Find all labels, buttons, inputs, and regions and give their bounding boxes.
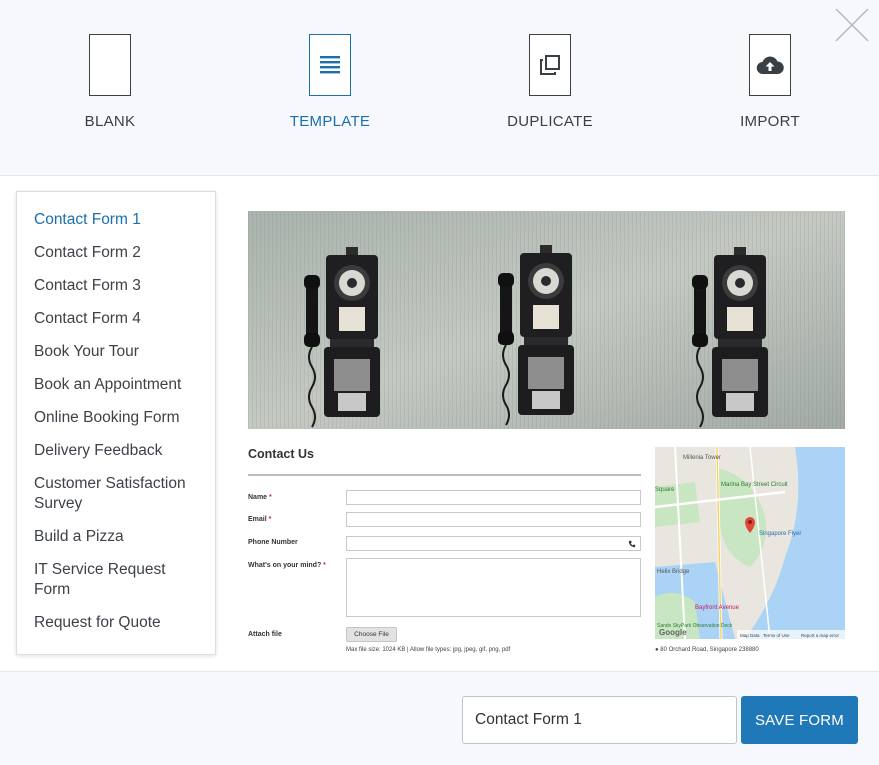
option-template[interactable]: TEMPLATE bbox=[260, 34, 400, 130]
map-label-circuit: Marina Bay Street Circuit bbox=[721, 482, 788, 488]
template-item-contact-form-4[interactable]: Contact Form 4 bbox=[17, 309, 215, 329]
name-input[interactable] bbox=[346, 490, 641, 505]
template-item-contact-form-1[interactable]: Contact Form 1 bbox=[17, 210, 215, 230]
message-textarea[interactable] bbox=[346, 558, 641, 617]
option-duplicate[interactable]: DUPLICATE bbox=[480, 34, 620, 130]
map-label-millenia-tower: Millenia Tower bbox=[683, 455, 721, 461]
template-preview: Contact Us Name * Email * Phone Number W… bbox=[248, 211, 845, 659]
map-label-square: Square bbox=[655, 487, 675, 493]
field-label-name: Name * bbox=[248, 494, 272, 501]
save-form-button[interactable]: SAVE FORM bbox=[741, 696, 858, 744]
file-size-note: Max file size: 1024 KB | Allow file type… bbox=[346, 647, 511, 653]
map-label-bayfront: Bayfront Avenue bbox=[695, 605, 740, 611]
option-import[interactable]: IMPORT bbox=[700, 34, 840, 130]
location-pin-icon: ● bbox=[655, 647, 659, 653]
template-item-delivery-feedback[interactable]: Delivery Feedback bbox=[17, 441, 215, 461]
form-preview: Contact Us Name * Email * Phone Number W… bbox=[248, 429, 845, 659]
location-map: Millenia Tower Marina Bay Street Circuit… bbox=[655, 447, 845, 639]
hero-payphones-image bbox=[248, 211, 845, 429]
phone-input[interactable] bbox=[346, 536, 641, 551]
option-blank[interactable]: BLANK bbox=[40, 34, 180, 130]
template-item-contact-form-2[interactable]: Contact Form 2 bbox=[17, 243, 215, 263]
footer-bar: SAVE FORM bbox=[0, 671, 879, 765]
template-item-online-booking-form[interactable]: Online Booking Form bbox=[17, 408, 215, 428]
option-import-label: IMPORT bbox=[740, 113, 800, 130]
map-label-singapore-flyer: Singapore Flyer bbox=[759, 531, 801, 537]
form-title-divider bbox=[248, 474, 641, 476]
form-name-input[interactable] bbox=[462, 696, 737, 744]
template-item-it-service-request-form[interactable]: IT Service Request Form bbox=[17, 560, 215, 600]
map-data-link: Map Data bbox=[740, 633, 760, 638]
create-form-options-bar: BLANK TEMPLATE DUPLICATE IMPORT bbox=[0, 0, 879, 176]
field-label-attach: Attach file bbox=[248, 631, 282, 638]
cloud-upload-icon bbox=[749, 34, 791, 96]
template-item-build-a-pizza[interactable]: Build a Pizza bbox=[17, 527, 215, 547]
map-address: ● 80 Orchard Road, Singapore 238880 bbox=[655, 647, 759, 653]
blank-document-icon bbox=[89, 34, 131, 96]
field-label-email: Email * bbox=[248, 516, 272, 523]
form-title: Contact Us bbox=[248, 447, 314, 461]
email-input[interactable] bbox=[346, 512, 641, 527]
map-label-helix-bridge: Helix Bridge bbox=[657, 569, 690, 575]
option-template-label: TEMPLATE bbox=[289, 113, 371, 130]
map-report-link: Report a map error bbox=[801, 633, 840, 638]
template-item-book-an-appointment[interactable]: Book an Appointment bbox=[17, 375, 215, 395]
field-label-message: What's on your mind? * bbox=[248, 562, 326, 569]
choose-file-button[interactable]: Choose File bbox=[346, 627, 397, 642]
template-item-customer-satisfaction-survey[interactable]: Customer Satisfaction Survey bbox=[17, 474, 215, 514]
option-duplicate-label: DUPLICATE bbox=[507, 113, 593, 130]
template-item-book-your-tour[interactable]: Book Your Tour bbox=[17, 342, 215, 362]
google-logo: Google bbox=[659, 628, 687, 637]
template-list: Contact Form 1 Contact Form 2 Contact Fo… bbox=[16, 191, 216, 655]
duplicate-icon bbox=[529, 34, 571, 96]
field-label-phone: Phone Number bbox=[248, 539, 298, 546]
phone-icon bbox=[628, 540, 636, 548]
template-item-contact-form-3[interactable]: Contact Form 3 bbox=[17, 276, 215, 296]
map-terms-link: Terms of Use bbox=[763, 633, 790, 638]
template-document-icon bbox=[309, 34, 351, 96]
template-item-request-for-quote[interactable]: Request for Quote bbox=[17, 613, 215, 633]
option-blank-label: BLANK bbox=[84, 113, 136, 130]
